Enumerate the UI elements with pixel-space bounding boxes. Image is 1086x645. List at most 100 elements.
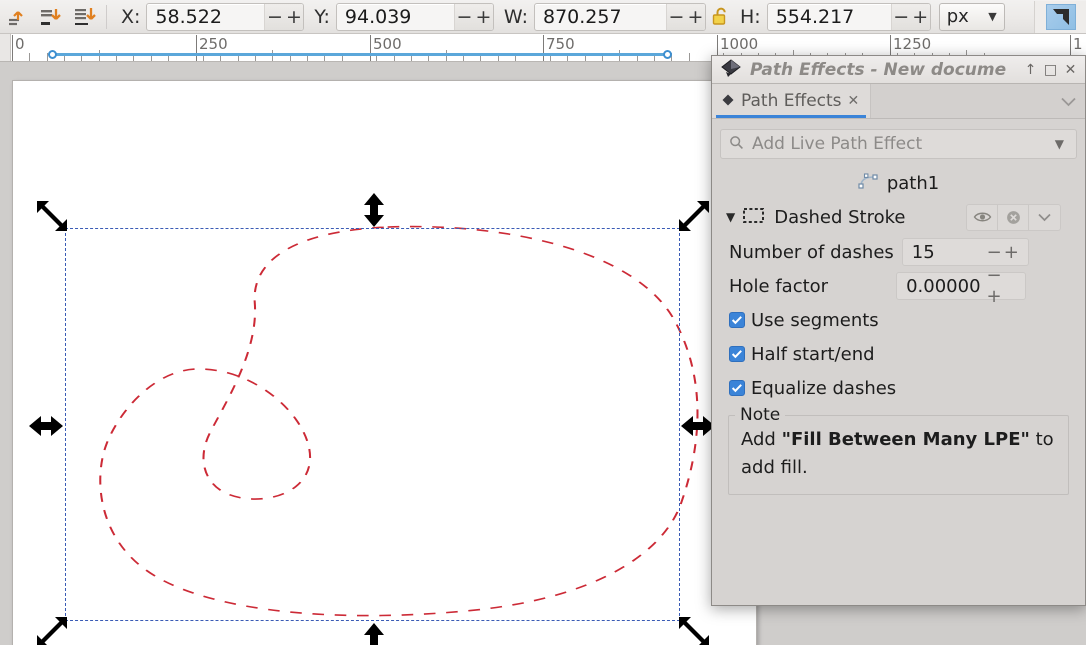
path-effects-icon	[721, 92, 735, 111]
h-field-steppers[interactable]: − +	[890, 3, 930, 30]
resize-handle-bottom-center[interactable]	[355, 621, 393, 645]
path-node-icon	[858, 172, 878, 194]
path-effects-dialog[interactable]: Path Effects - New docume ↑ □ ✕ Path Eff…	[711, 55, 1086, 606]
note-frame: Note Add "Fill Between Many LPE" to add …	[728, 405, 1069, 495]
chevron-down-icon: ▼	[988, 10, 997, 23]
ruler-number: 0	[12, 35, 25, 61]
tab-path-effects[interactable]: Path Effects ✕	[712, 84, 872, 118]
x-field-steppers[interactable]: − +	[264, 3, 304, 30]
selection-tool-toolbar: X: 58.522 − + Y: 94.039 − + W: 870.257 −…	[0, 0, 1086, 34]
restore-up-button[interactable]: ↑	[1022, 61, 1039, 79]
effect-name-label: Dashed Stroke	[774, 206, 906, 228]
dialog-tabbar: Path Effects ✕	[712, 84, 1085, 119]
checkbox-row-equalize-dashes[interactable]: Equalize dashes	[720, 371, 1077, 405]
resize-handle-middle-left[interactable]	[27, 407, 65, 445]
effect-expander-icon[interactable]: ▼	[726, 210, 735, 224]
effect-header-dashed-stroke[interactable]: ▼ Dashed Stroke	[720, 199, 1077, 235]
resize-handle-bottom-right[interactable]	[675, 613, 713, 645]
ruler-number: 250	[196, 35, 228, 61]
remove-circle-icon[interactable]	[998, 204, 1029, 230]
y-increment-button[interactable]: +	[474, 4, 493, 30]
ruler-number: 1	[1070, 35, 1083, 61]
document-page[interactable]	[12, 80, 757, 645]
add-lpe-dropdown-icon[interactable]: ▼	[1045, 137, 1074, 151]
dialog-body: Add Live Path Effect ▼ path1 ▼ Dashed St…	[712, 119, 1085, 569]
close-button[interactable]: ✕	[1062, 61, 1079, 79]
ruler-selection-end-marker[interactable]	[663, 50, 672, 59]
note-bold: "Fill Between Many LPE"	[781, 429, 1030, 450]
search-icon	[729, 135, 744, 154]
resize-handle-bottom-left[interactable]	[33, 613, 71, 645]
inkscape-window: X: 58.522 − + Y: 94.039 − + W: 870.257 −…	[0, 0, 1086, 645]
h-increment-button[interactable]: +	[911, 4, 930, 30]
tabbar-spacer	[871, 84, 1051, 118]
h-decrement-button[interactable]: −	[892, 4, 911, 30]
y-field-label: Y:	[314, 5, 330, 28]
ruler-corner	[0, 34, 11, 61]
y-field[interactable]: 94.039 − +	[335, 2, 494, 31]
tab-close-icon[interactable]: ✕	[848, 93, 860, 109]
param-steppers-hole-factor[interactable]: −+	[987, 265, 1026, 307]
add-lpe-search-field[interactable]: Add Live Path Effect ▼	[720, 129, 1077, 159]
param-decrement-hole-factor[interactable]: −	[987, 265, 1004, 286]
param-steppers-number-of-dashes[interactable]: −+	[987, 242, 1028, 263]
eye-icon[interactable]	[967, 204, 998, 230]
param-spinner-number-of-dashes[interactable]: 15 −+	[901, 238, 1029, 266]
y-decrement-button[interactable]: −	[455, 4, 474, 30]
checkbox-equalize-dashes[interactable]	[729, 380, 745, 396]
param-spinner-hole-factor[interactable]: 0.00000 −+	[896, 265, 1027, 307]
ruler-selection-range	[52, 53, 667, 56]
ruler-number: 1250	[890, 35, 931, 61]
h-field[interactable]: 554.217 − +	[766, 2, 931, 31]
param-decrement-number-of-dashes[interactable]: −	[987, 242, 1004, 263]
x-field-label: X:	[121, 5, 141, 28]
raise-to-top-icon[interactable]	[0, 1, 34, 33]
w-field-value: 870.257	[542, 5, 622, 28]
param-increment-number-of-dashes[interactable]: +	[1004, 242, 1021, 263]
w-increment-button[interactable]: +	[686, 4, 705, 30]
ruler-number: 750	[543, 35, 575, 61]
ruler-selection-start-marker[interactable]	[48, 50, 57, 59]
x-decrement-button[interactable]: −	[265, 4, 284, 30]
y-field-steppers[interactable]: − +	[453, 3, 493, 30]
chevron-down-icon[interactable]	[1029, 205, 1060, 230]
unit-select[interactable]: px ▼	[938, 2, 1005, 31]
h-field-label: H:	[739, 5, 761, 28]
resize-handle-top-center[interactable]	[355, 191, 393, 229]
resize-handle-top-left[interactable]	[33, 197, 71, 235]
tab-active-underline	[716, 115, 867, 118]
x-increment-button[interactable]: +	[284, 4, 303, 30]
checkbox-label-use-segments: Use segments	[751, 309, 879, 331]
unlocked-padlock-icon[interactable]	[706, 2, 736, 32]
param-value-hole-factor: 0.00000	[906, 275, 981, 297]
x-field[interactable]: 58.522 − +	[146, 2, 305, 31]
param-value-number-of-dashes: 15	[911, 241, 935, 263]
w-field-steppers[interactable]: − +	[665, 3, 705, 30]
lower-to-bottom-icon[interactable]	[68, 1, 102, 33]
selected-path-item[interactable]: path1	[720, 167, 1077, 199]
checkbox-use-segments[interactable]	[729, 312, 745, 328]
checkbox-row-half-start-end[interactable]: Half start/end	[720, 337, 1077, 371]
checkbox-half-start-end[interactable]	[729, 346, 745, 362]
w-field[interactable]: 870.257 − +	[533, 2, 706, 31]
dialog-titlebar[interactable]: Path Effects - New docume ↑ □ ✕	[712, 56, 1085, 84]
resize-handle-top-right[interactable]	[675, 197, 713, 235]
transform-corner-icon[interactable]	[1034, 1, 1086, 33]
unit-select-value: px	[946, 6, 969, 27]
param-increment-hole-factor[interactable]: +	[987, 286, 1004, 307]
w-decrement-button[interactable]: −	[667, 4, 686, 30]
add-lpe-search-placeholder: Add Live Path Effect	[752, 134, 923, 154]
transform-corner-glyph	[1045, 4, 1076, 30]
checkbox-row-use-segments[interactable]: Use segments	[720, 303, 1077, 337]
note-legend: Note	[735, 405, 786, 425]
h-field-value: 554.217	[775, 5, 855, 28]
checkbox-label-equalize-dashes: Equalize dashes	[751, 377, 897, 399]
maximize-button[interactable]: □	[1042, 61, 1059, 79]
dialog-footer	[712, 569, 1085, 605]
lower-step-icon[interactable]	[34, 1, 68, 33]
tab-overflow-chevron-down-icon[interactable]	[1051, 84, 1085, 118]
note-text: Add "Fill Between Many LPE" to add fill.	[741, 426, 1058, 482]
param-row-number-of-dashes: Number of dashes 15 −+	[720, 235, 1077, 269]
param-row-hole-factor: Hole factor 0.00000 −+	[720, 265, 1077, 307]
note-prefix: Add	[741, 429, 782, 450]
